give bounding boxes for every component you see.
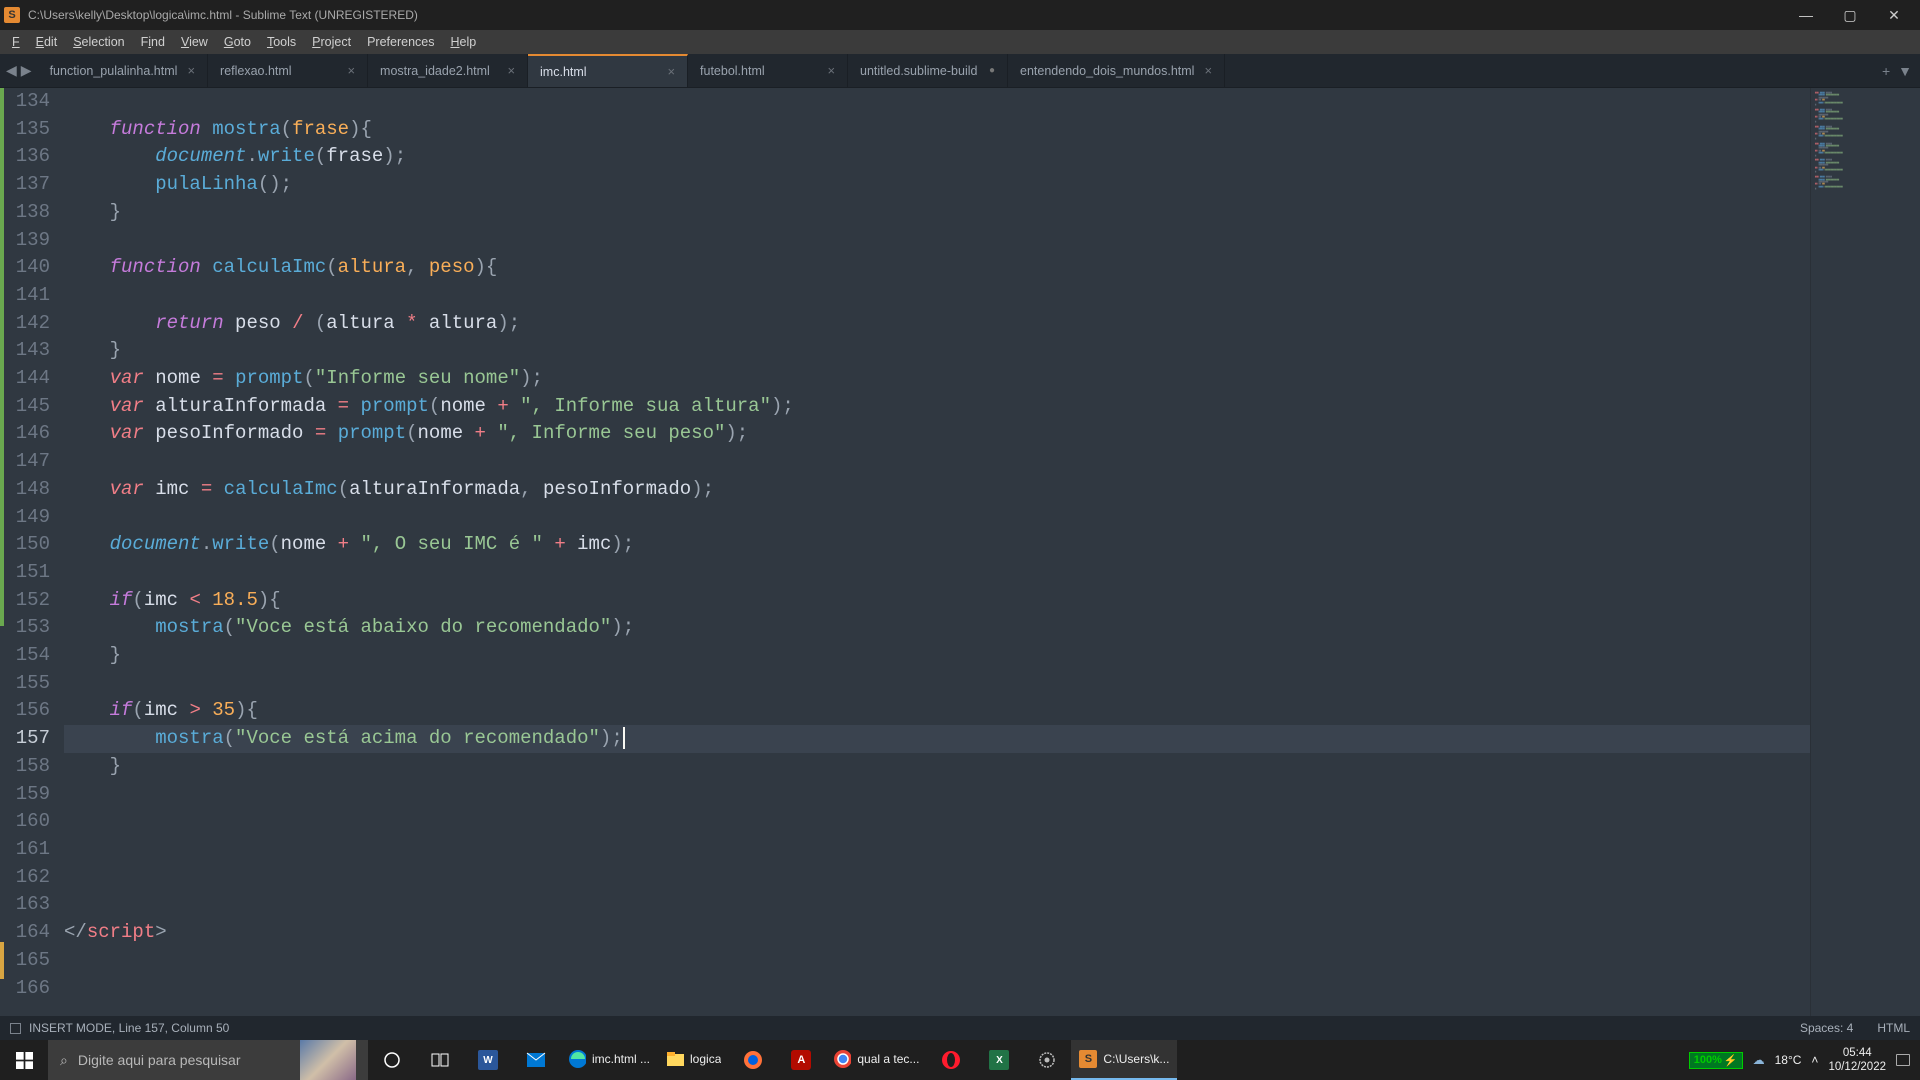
- line-gutter: 1341351361371381391401411421431441451461…: [0, 88, 64, 1016]
- weather-icon[interactable]: ☁: [1753, 1053, 1765, 1067]
- menubar: F Edit Selection Find View Goto Tools Pr…: [0, 30, 1920, 54]
- tab[interactable]: entendendo_dois_mundos.html ×: [1008, 54, 1225, 87]
- menu-tools[interactable]: Tools: [259, 32, 304, 52]
- taskbar-item-chrome[interactable]: qual a tec...: [825, 1040, 927, 1080]
- status-syntax[interactable]: HTML: [1877, 1021, 1910, 1035]
- tray-chevron-icon[interactable]: ˄: [1811, 1053, 1818, 1067]
- tab[interactable]: reflexao.html ×: [208, 54, 368, 87]
- taskbar-item-label: C:\Users\k...: [1103, 1052, 1169, 1066]
- taskbar-item-edge[interactable]: imc.html ...: [560, 1040, 658, 1080]
- search-placeholder: Digite aqui para pesquisar: [78, 1052, 241, 1068]
- status-cursor-position: INSERT MODE, Line 157, Column 50: [29, 1021, 229, 1035]
- taskbar-firefox-icon[interactable]: [729, 1040, 777, 1080]
- tab-label: entendendo_dois_mundos.html: [1020, 64, 1194, 78]
- tab-label: function_pulalinha.html: [50, 64, 178, 78]
- tab[interactable]: mostra_idade2.html ×: [368, 54, 528, 87]
- menu-file[interactable]: F: [4, 32, 28, 52]
- app-icon: S: [4, 7, 20, 23]
- status-indent[interactable]: Spaces: 4: [1800, 1021, 1853, 1035]
- code-view[interactable]: function mostra(frase){ document.write(f…: [64, 88, 1810, 1016]
- start-button[interactable]: [0, 1040, 48, 1080]
- taskbar-item-explorer[interactable]: logica: [658, 1040, 729, 1080]
- tab-close-icon[interactable]: ×: [507, 63, 515, 78]
- search-icon: ⌕: [60, 1052, 68, 1069]
- tab-label: futebol.html: [700, 64, 765, 78]
- explorer-icon: [666, 1050, 684, 1068]
- notifications-icon[interactable]: [1896, 1054, 1910, 1066]
- tab[interactable]: imc.html ×: [528, 54, 688, 87]
- taskbar-cortana-icon[interactable]: [368, 1040, 416, 1080]
- maximize-button[interactable]: ▢: [1828, 0, 1872, 30]
- clock[interactable]: 05:44 10/12/2022: [1828, 1046, 1886, 1074]
- taskbar: ⌕ Digite aqui para pesquisar Wimc.html .…: [0, 1040, 1920, 1080]
- tab-next-icon[interactable]: ▶: [21, 62, 32, 79]
- menu-find[interactable]: Find: [133, 32, 173, 52]
- tab-label: mostra_idade2.html: [380, 64, 490, 78]
- menu-selection[interactable]: Selection: [65, 32, 132, 52]
- tab-label: untitled.sublime-build: [860, 64, 977, 78]
- tabbar: ◀ ▶ function_pulalinha.html×reflexao.htm…: [0, 54, 1920, 88]
- menu-preferences[interactable]: Preferences: [359, 32, 442, 52]
- taskbar-opera-icon[interactable]: [927, 1040, 975, 1080]
- tab-close-icon[interactable]: ×: [827, 63, 835, 78]
- close-button[interactable]: ✕: [1872, 0, 1916, 30]
- taskbar-item-label: qual a tec...: [857, 1052, 919, 1066]
- minimap[interactable]: ▆▆▆ ▆▆▆▆ ▆▆▆▆▆ ▆▆▆▆▆ ▆▆▆▆▆▆▆▆▆▆▆ ▆▆▆▆▆▆▆…: [1810, 88, 1920, 1016]
- editor[interactable]: 1341351361371381391401411421431441451461…: [0, 88, 1920, 1016]
- menu-edit[interactable]: Edit: [28, 32, 66, 52]
- tab-prev-icon[interactable]: ◀: [6, 62, 17, 79]
- tab-close-icon[interactable]: ×: [347, 63, 355, 78]
- window-title: C:\Users\kelly\Desktop\logica\imc.html -…: [28, 8, 1784, 22]
- taskbar-mail-icon[interactable]: [512, 1040, 560, 1080]
- chrome-icon: [833, 1050, 851, 1068]
- window-titlebar: S C:\Users\kelly\Desktop\logica\imc.html…: [0, 0, 1920, 30]
- taskbar-acrobat-icon[interactable]: A: [777, 1040, 825, 1080]
- tab-menu-icon[interactable]: ▼: [1898, 63, 1912, 79]
- taskbar-task-view-icon[interactable]: [416, 1040, 464, 1080]
- tab[interactable]: untitled.sublime-build ●: [848, 54, 1008, 87]
- menu-view[interactable]: View: [173, 32, 216, 52]
- statusbar: INSERT MODE, Line 157, Column 50 Spaces:…: [0, 1016, 1920, 1040]
- tab[interactable]: function_pulalinha.html ×: [38, 54, 208, 87]
- new-tab-icon[interactable]: +: [1882, 63, 1890, 79]
- tab[interactable]: futebol.html ×: [688, 54, 848, 87]
- taskbar-item-label: logica: [690, 1052, 721, 1066]
- tab-label: reflexao.html: [220, 64, 292, 78]
- menu-project[interactable]: Project: [304, 32, 359, 52]
- taskbar-settings-gear-icon[interactable]: [1023, 1040, 1071, 1080]
- taskbar-excel-icon[interactable]: X: [975, 1040, 1023, 1080]
- search-highlight-icon: [300, 1040, 356, 1080]
- edge-icon: [568, 1050, 586, 1068]
- search-box[interactable]: ⌕ Digite aqui para pesquisar: [48, 1040, 368, 1080]
- tab-close-icon[interactable]: ×: [187, 63, 195, 78]
- taskbar-item-sublime[interactable]: S C:\Users\k...: [1071, 1040, 1177, 1080]
- tab-label: imc.html: [540, 65, 587, 79]
- menu-goto[interactable]: Goto: [216, 32, 259, 52]
- taskbar-item-label: imc.html ...: [592, 1052, 650, 1066]
- battery-indicator[interactable]: 100% ⚡: [1689, 1052, 1743, 1069]
- sublime-icon: S: [1079, 1050, 1097, 1068]
- tab-close-icon[interactable]: ×: [667, 64, 675, 79]
- tab-close-icon[interactable]: ×: [1204, 63, 1212, 78]
- taskbar-word-icon[interactable]: W: [464, 1040, 512, 1080]
- minimize-button[interactable]: —: [1784, 0, 1828, 30]
- weather-temp[interactable]: 18°C: [1775, 1053, 1802, 1067]
- panel-switcher-icon[interactable]: [10, 1023, 21, 1034]
- tab-dirty-icon: ●: [989, 65, 995, 76]
- menu-help[interactable]: Help: [442, 32, 484, 52]
